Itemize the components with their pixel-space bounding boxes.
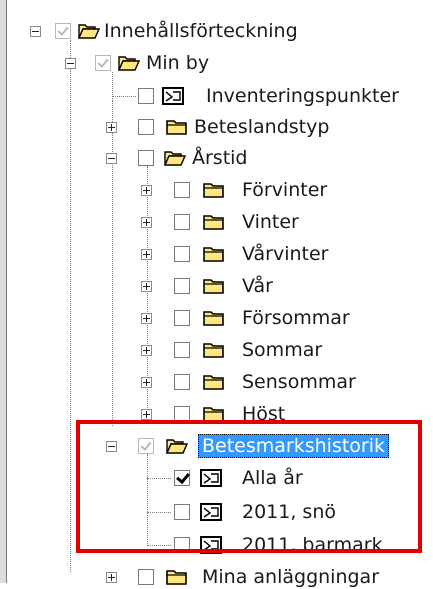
checkbox[interactable] xyxy=(174,342,190,358)
expand-toggle[interactable] xyxy=(141,217,152,228)
folder-icon xyxy=(203,277,225,295)
node-label: Förvinter xyxy=(242,179,328,201)
expand-toggle[interactable] xyxy=(141,281,152,292)
folder-icon xyxy=(203,341,225,359)
expand-toggle[interactable] xyxy=(141,313,152,324)
node-label: Min by xyxy=(146,52,210,74)
node-label: Sommar xyxy=(242,339,323,361)
node-label: Sensommar xyxy=(242,371,356,393)
checkbox[interactable] xyxy=(55,23,71,39)
tree-line xyxy=(70,40,71,572)
node-label: Innehållsförteckning xyxy=(104,20,298,42)
expand-toggle[interactable] xyxy=(141,345,152,356)
open-folder-icon xyxy=(118,54,140,72)
node-label: Vår xyxy=(242,275,273,297)
node-label: Årstid xyxy=(192,147,248,169)
node-label: Inventeringspunkter xyxy=(206,85,399,107)
collapse-toggle[interactable] xyxy=(106,441,117,452)
node-label: Mina anläggningar xyxy=(202,566,380,588)
folder-icon xyxy=(203,405,225,423)
checkbox[interactable] xyxy=(138,438,154,454)
checkbox[interactable] xyxy=(174,214,190,230)
open-folder-icon xyxy=(78,22,100,40)
layer-icon xyxy=(200,536,222,554)
tree-line xyxy=(147,545,171,546)
checkbox[interactable] xyxy=(174,470,190,486)
checkbox[interactable] xyxy=(138,119,154,135)
tree-line xyxy=(147,512,171,513)
layer-icon xyxy=(200,469,222,487)
node-label: Alla år xyxy=(242,467,303,489)
checkbox[interactable] xyxy=(174,504,190,520)
folder-icon xyxy=(166,118,188,136)
collapse-toggle[interactable] xyxy=(30,26,41,37)
folder-icon xyxy=(166,568,188,586)
node-label: Vinter xyxy=(242,211,299,233)
checkbox[interactable] xyxy=(174,246,190,262)
tree-line xyxy=(147,454,148,546)
tree-line xyxy=(112,101,113,426)
expand-toggle[interactable] xyxy=(106,122,117,133)
collapse-toggle[interactable] xyxy=(65,58,76,69)
node-label: Betesmarkshistorik xyxy=(198,434,390,458)
open-folder-icon xyxy=(164,149,186,167)
open-folder-icon xyxy=(166,437,188,455)
node-label: Vårvinter xyxy=(242,243,329,265)
folder-icon xyxy=(203,213,225,231)
node-label: 2011, snö xyxy=(242,501,336,523)
checkbox[interactable] xyxy=(174,182,190,198)
checkbox[interactable] xyxy=(174,374,190,390)
node-label: Försommar xyxy=(242,307,350,329)
collapse-toggle[interactable] xyxy=(106,153,117,164)
node-label: 2011, barmark xyxy=(242,534,383,556)
folder-icon xyxy=(203,181,225,199)
checkbox[interactable] xyxy=(174,537,190,553)
expand-toggle[interactable] xyxy=(106,572,117,583)
folder-icon xyxy=(203,309,225,327)
layer-icon xyxy=(162,87,184,105)
checkbox[interactable] xyxy=(138,88,154,104)
layer-icon xyxy=(200,503,222,521)
expand-toggle[interactable] xyxy=(141,249,152,260)
node-label: Beteslandstyp xyxy=(194,116,330,138)
node-label: Höst xyxy=(242,403,286,425)
checkbox[interactable] xyxy=(95,55,111,71)
folder-icon xyxy=(203,373,225,391)
checkbox[interactable] xyxy=(174,278,190,294)
expand-toggle[interactable] xyxy=(141,185,152,196)
checkbox[interactable] xyxy=(174,406,190,422)
expand-toggle[interactable] xyxy=(141,377,152,388)
tree-line xyxy=(147,478,171,479)
checkbox[interactable] xyxy=(138,150,154,166)
tree-line xyxy=(112,96,136,97)
folder-icon xyxy=(203,245,225,263)
expand-toggle[interactable] xyxy=(141,409,152,420)
table-of-contents-tree: Innehållsförteckning Min by Inventerings… xyxy=(0,0,433,588)
checkbox[interactable] xyxy=(174,310,190,326)
